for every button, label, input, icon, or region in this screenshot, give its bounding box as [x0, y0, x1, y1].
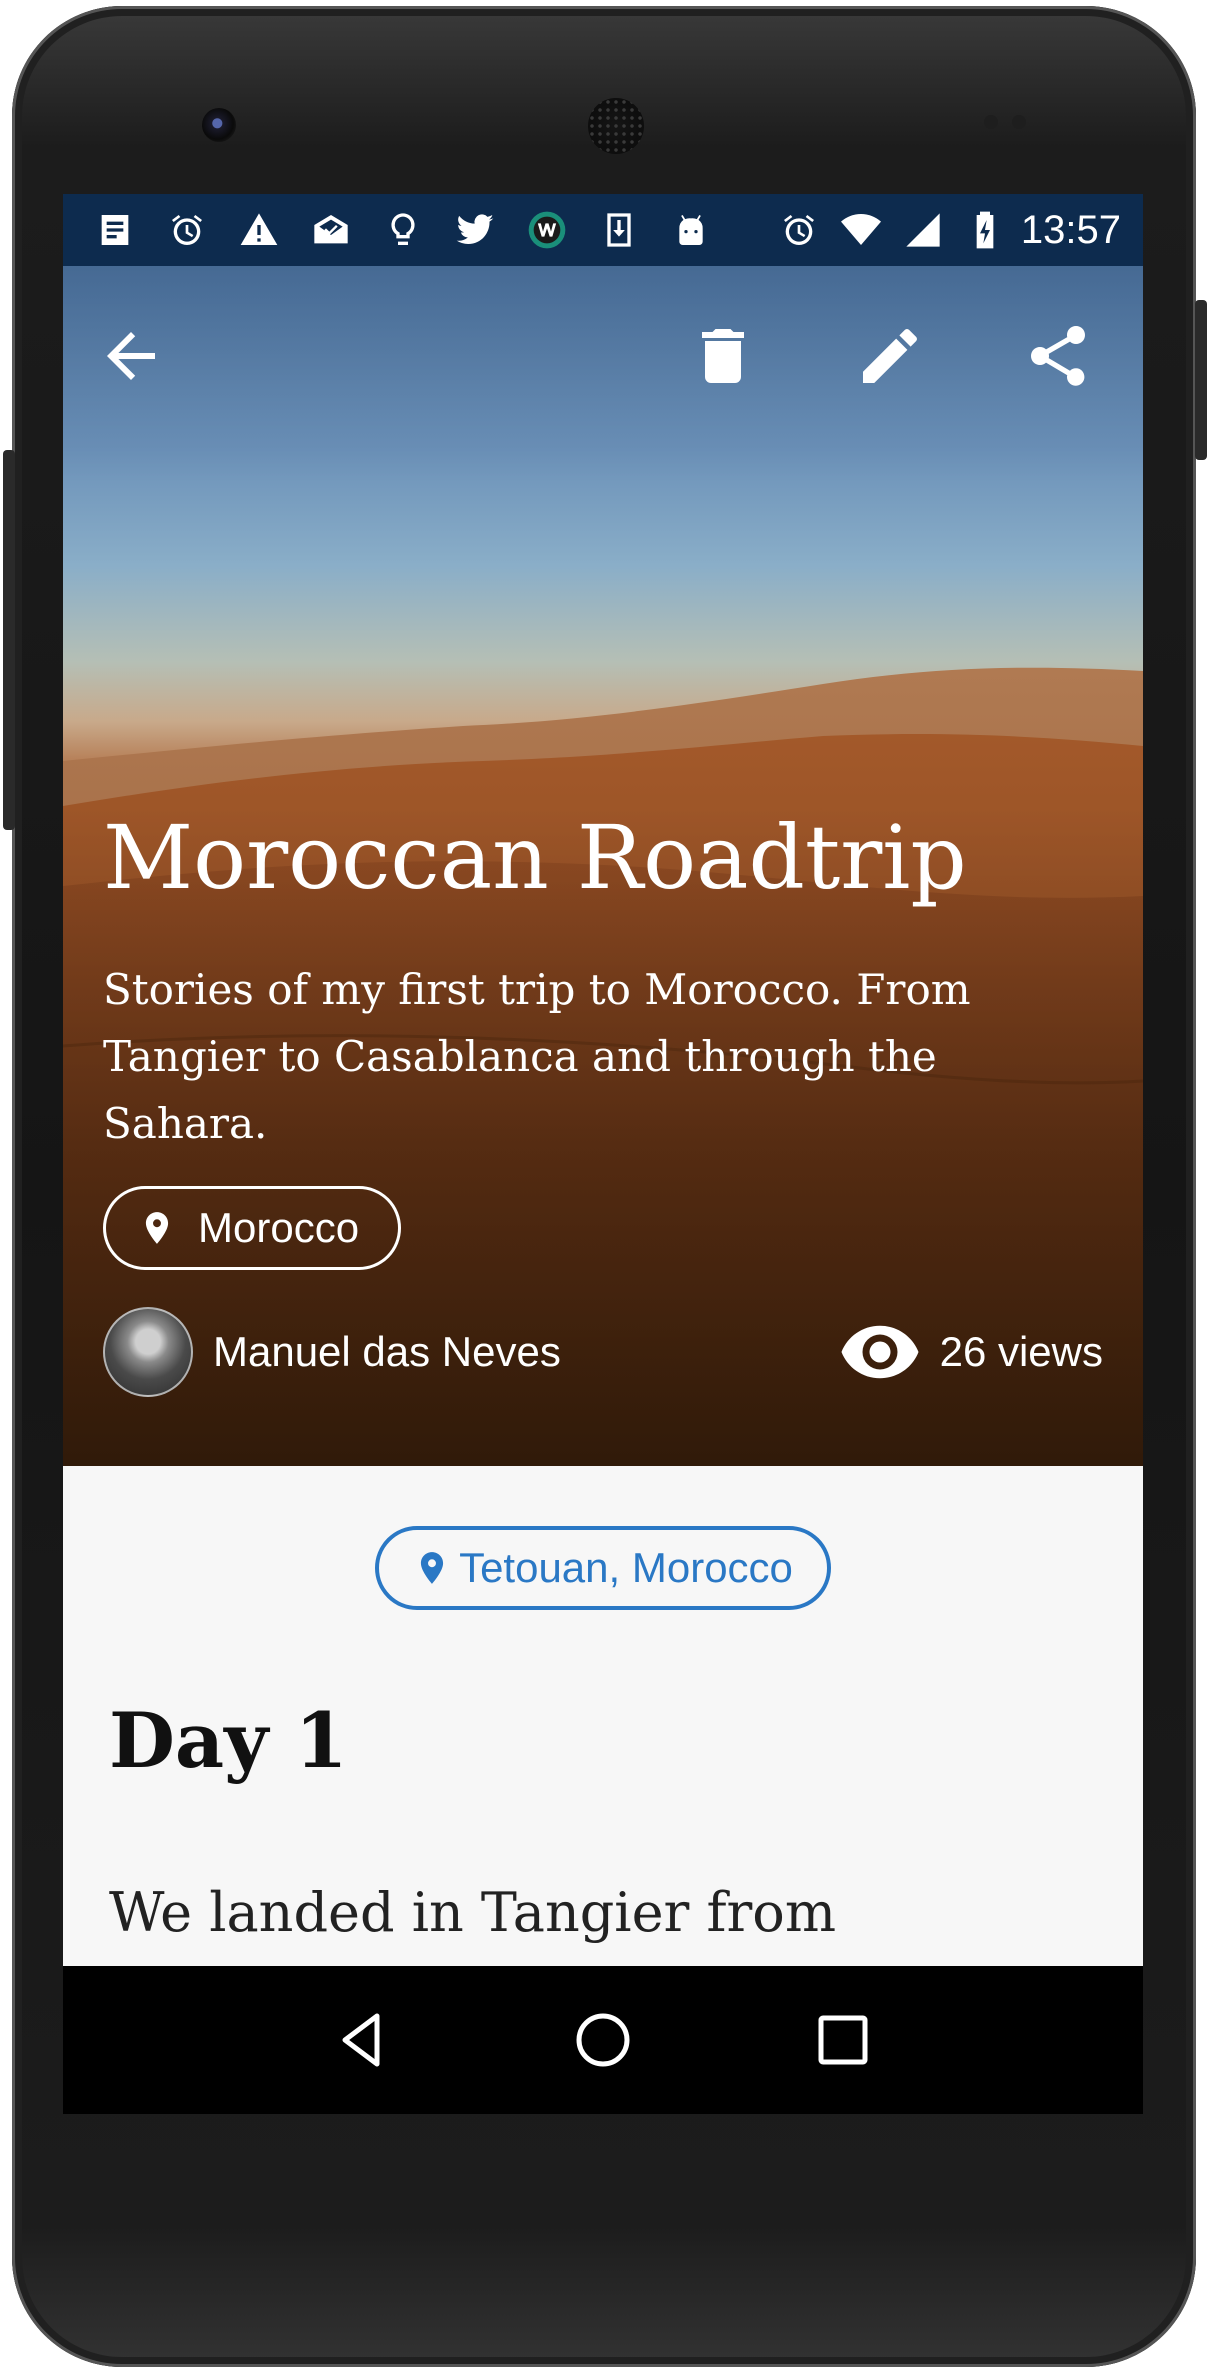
lightbulb-icon: [383, 210, 423, 250]
cover-photo: Moroccan Roadtrip Stories of my first tr…: [63, 266, 1143, 1466]
story-title: Moroccan Roadtrip: [103, 806, 967, 909]
avatar[interactable]: [103, 1307, 193, 1397]
share-button[interactable]: [1008, 306, 1108, 406]
download-icon: [599, 210, 639, 250]
views-label: 26 views: [939, 1328, 1103, 1375]
nav-back-button[interactable]: [313, 1990, 413, 2090]
warning-icon: [239, 210, 279, 250]
nav-home-button[interactable]: [553, 1990, 653, 2090]
location-pin-icon: [420, 1552, 444, 1584]
share-icon: [1031, 326, 1085, 386]
country-chip[interactable]: Morocco: [103, 1186, 401, 1270]
status-right-group: 13:57: [757, 208, 1143, 253]
views-counter: 26 views: [838, 1310, 1103, 1394]
volume-button: [3, 450, 15, 830]
author-name[interactable]: Manuel das Neves: [213, 1328, 561, 1376]
alarm-icon: [779, 210, 819, 250]
back-triangle-icon: [342, 2013, 380, 2067]
twitter-icon: [455, 210, 495, 250]
signal-icon: [903, 210, 943, 250]
story-description: Stories of my first trip to Morocco. Fro…: [103, 965, 971, 1148]
location-pin-icon: [145, 1212, 169, 1244]
country-chip-label: Morocco: [198, 1204, 360, 1251]
wifi-icon: [840, 210, 881, 250]
story-content: Tetouan, Morocco Day 1 We landed in Tang…: [63, 1466, 1143, 1966]
nav-recents-button[interactable]: [793, 1990, 893, 2090]
day-heading: Day 1: [109, 1696, 348, 1785]
proximity-sensor: [984, 114, 1044, 129]
edit-button[interactable]: [840, 306, 940, 406]
status-clock: 13:57: [1020, 207, 1121, 252]
author-row: Manuel das Neves 26 views: [103, 1306, 1103, 1398]
location-chip[interactable]: Tetouan, Morocco: [375, 1526, 831, 1610]
earpiece-speaker: [588, 98, 644, 154]
delete-icon: [702, 329, 744, 383]
notes-icon: [95, 210, 135, 250]
navigation-bar: [63, 1966, 1143, 2114]
mail-done-icon: [311, 210, 351, 250]
edit-icon: [863, 328, 917, 383]
battery-charging-icon: [965, 210, 1005, 250]
status-bar: 13:57: [63, 194, 1143, 266]
eye-icon: [841, 1325, 919, 1379]
power-button: [1195, 300, 1207, 460]
front-camera: [202, 108, 236, 142]
back-button[interactable]: [81, 306, 181, 406]
alarm-icon: [167, 210, 207, 250]
arrow-back-icon: [107, 332, 155, 380]
location-chip-label: Tetouan, Morocco: [459, 1544, 793, 1591]
android-icon: [671, 210, 711, 250]
recents-square-icon: [818, 2015, 868, 2065]
delete-button[interactable]: [673, 306, 773, 406]
body-text: We landed in Tangier from: [109, 1881, 837, 1944]
home-circle-icon: [576, 2013, 630, 2067]
screen: 13:57 Moroccan Roadtrip Stories of my fi…: [63, 194, 1143, 2114]
w-app-icon: [527, 210, 567, 250]
